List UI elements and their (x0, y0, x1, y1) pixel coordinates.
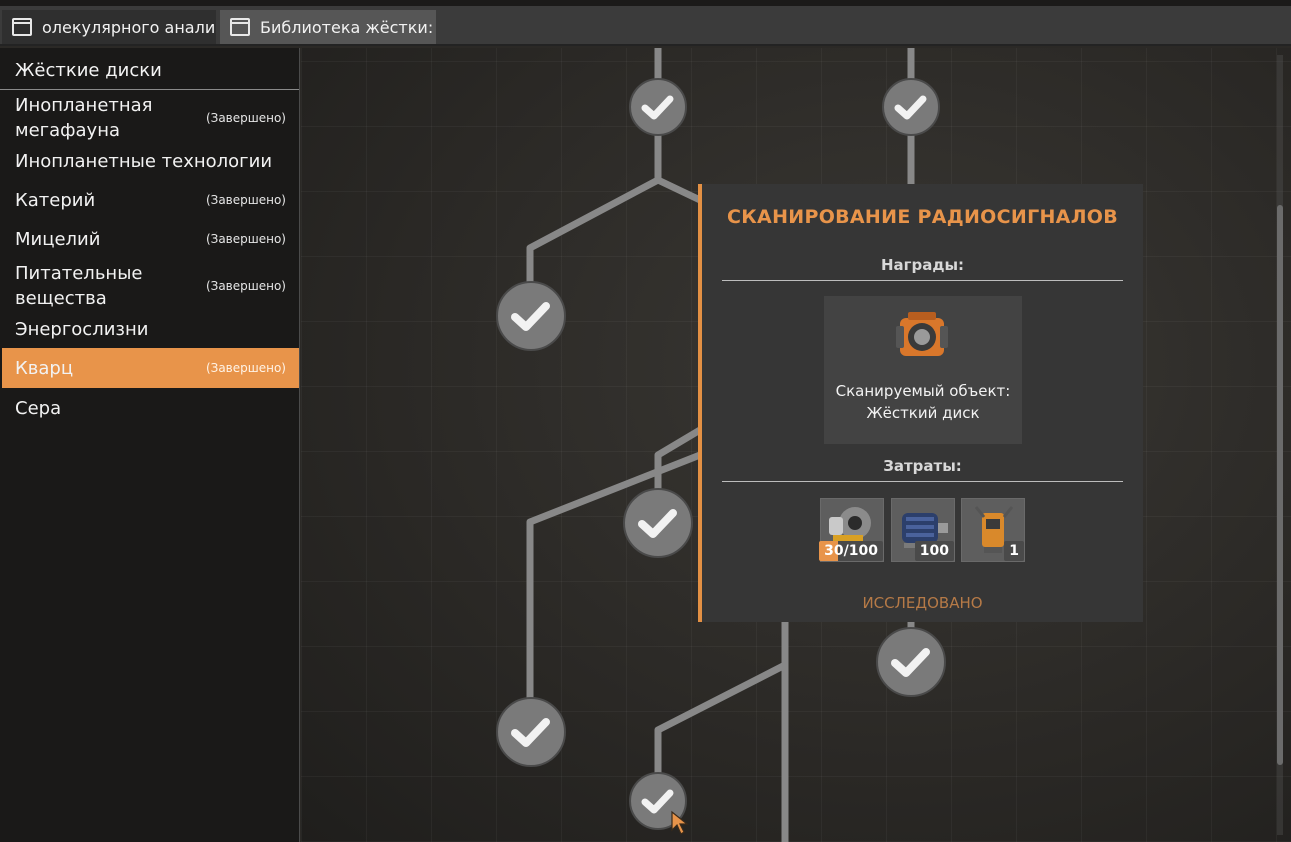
sidebar-item-status: (Завершено) (205, 232, 286, 246)
sidebar-item-alien-megafauna[interactable]: Инопланетная мегафауна (Завершено) (2, 92, 299, 144)
sidebar-item-mycelia[interactable]: Мицелий (Завершено) (2, 224, 299, 254)
sidebar-item-alien-technology[interactable]: Инопланетные технологии (2, 146, 299, 176)
sidebar-item-label: Питательные вещества (15, 263, 143, 309)
cost-item-radio-tower[interactable]: 1 (961, 498, 1025, 562)
sidebar-item-label: Катерий (15, 189, 96, 211)
reward-text: Сканируемый объект: Жёсткий диск (824, 380, 1022, 424)
sidebar-item-label: Энергослизни (15, 318, 149, 340)
scrollbar-thumb[interactable] (1277, 205, 1283, 765)
sidebar-item-label: Кварц (15, 357, 74, 379)
mouse-cursor-icon (671, 810, 689, 835)
window-icon (230, 18, 250, 36)
sidebar-item-quartz[interactable]: Кварц (Завершено) (2, 348, 299, 388)
sidebar-item-label: Сера (15, 397, 62, 419)
research-status: ИССЛЕДОВАНО (862, 594, 983, 612)
cost-amount: 1 (1004, 541, 1024, 561)
sidebar-item-status: (Завершено) (205, 111, 286, 125)
sidebar-item-sulfur[interactable]: Сера (2, 393, 299, 423)
reward-card[interactable]: Сканируемый объект: Жёсткий диск (824, 296, 1022, 444)
sidebar-header[interactable]: Жёсткие диски (0, 48, 299, 90)
cost-item-reinforced-plate[interactable]: 30/100 (819, 498, 884, 562)
sidebar-item-status: (Завершено) (205, 193, 286, 207)
sidebar-item-label: Мицелий (15, 228, 101, 250)
reward-line-1: Сканируемый объект: (835, 382, 1011, 400)
costs-heading: Затраты: (722, 457, 1123, 482)
research-node[interactable] (876, 627, 946, 697)
sidebar-item-nutrients[interactable]: Питательные вещества (Завершено) (2, 260, 299, 312)
tab-molecular-analysis[interactable]: олекулярного анали (2, 10, 216, 44)
cost-amount: 100 (914, 541, 954, 561)
research-node[interactable] (623, 488, 693, 558)
research-node[interactable] (496, 281, 566, 351)
cost-amount: 30/100 (819, 541, 883, 561)
sidebar-item-caterium[interactable]: Катерий (Завершено) (2, 185, 299, 215)
sidebar-item-power-slugs[interactable]: Энергослизни (2, 314, 299, 344)
reward-line-2: Жёсткий диск (866, 404, 980, 422)
research-title: СКАНИРОВАНИЕ РАДИОСИГНАЛОВ (726, 206, 1119, 228)
research-tooltip: СКАНИРОВАНИЕ РАДИОСИГНАЛОВ Награды: Скан… (698, 184, 1143, 622)
sidebar: Жёсткие диски Инопланетная мегафауна (За… (0, 48, 300, 842)
research-node[interactable] (496, 697, 566, 767)
tab-bar: олекулярного анали Библиотека жёстки: (0, 6, 1291, 46)
cost-item-motor[interactable]: 100 (891, 498, 955, 562)
tab-hard-drive-library[interactable]: Библиотека жёстки: (220, 10, 436, 44)
tab-label: Библиотека жёстки: (260, 17, 434, 37)
hard-drive-icon (896, 312, 948, 356)
tab-label: олекулярного анали (42, 17, 216, 37)
window-icon (12, 18, 32, 36)
research-node[interactable] (629, 78, 687, 136)
research-node[interactable] (882, 78, 940, 136)
sidebar-item-label: Инопланетная мегафауна (15, 95, 153, 141)
sidebar-item-status: (Завершено) (205, 361, 286, 375)
sidebar-item-label: Инопланетные технологии (15, 150, 273, 172)
sidebar-item-status: (Завершено) (205, 279, 286, 293)
rewards-heading: Награды: (722, 256, 1123, 281)
